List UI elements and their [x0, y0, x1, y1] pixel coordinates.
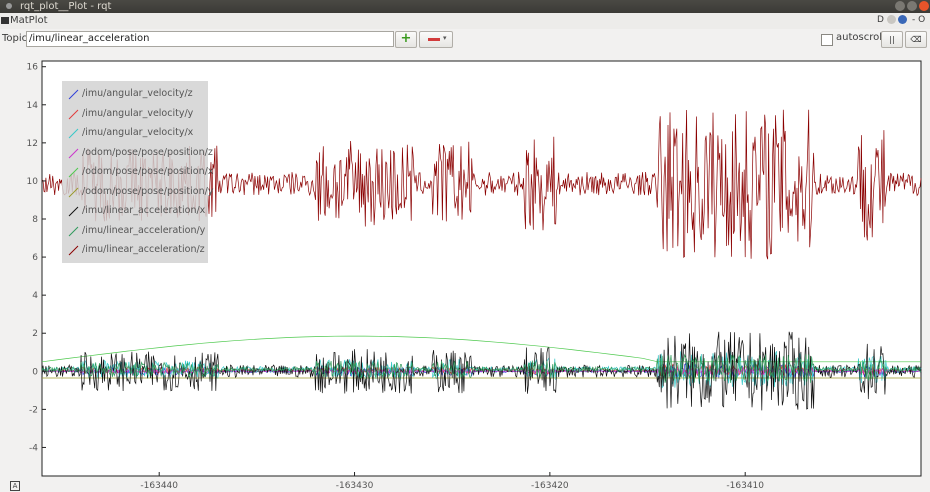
window-titlebar: rqt_plot__Plot - rqt — [0, 0, 930, 13]
y-tick-label: 8 — [32, 215, 38, 225]
window-title: rqt_plot__Plot - rqt — [20, 1, 112, 12]
plugin-header: MatPlot D - O — [0, 13, 930, 29]
chevron-down-icon: ▾ — [443, 34, 447, 42]
legend-item: /imu/angular_velocity/y — [66, 105, 208, 124]
legend-item: /odom/pose/pose/position/y — [66, 183, 213, 202]
dock-button[interactable]: D — [877, 15, 884, 25]
legend-item: /imu/linear_acceleration/y — [66, 222, 208, 241]
legend-item: /odom/pose/pose/position/x — [66, 163, 213, 182]
y-tick-label: 4 — [32, 291, 38, 301]
x-tick-label: -163410 — [726, 481, 764, 491]
help-icon[interactable] — [898, 15, 907, 24]
y-tick-label: 0 — [32, 367, 38, 377]
y-tick-label: 10 — [27, 177, 39, 187]
legend-label: /odom/pose/pose/position/y — [82, 185, 214, 197]
y-tick-label: 14 — [27, 101, 39, 111]
close-plugin-button[interactable]: - O — [912, 15, 925, 25]
y-tick-label: -2 — [29, 405, 38, 415]
y-tick-label: -4 — [29, 443, 38, 453]
status-corner-icon: A — [10, 481, 20, 491]
legend-swatch — [68, 206, 79, 217]
y-tick-label: 12 — [27, 139, 38, 149]
legend-swatch — [68, 167, 79, 178]
legend-item: /imu/angular_velocity/x — [66, 124, 208, 143]
legend-label: /imu/linear_acceleration/x — [82, 205, 206, 216]
legend-swatch — [68, 109, 79, 119]
legend-swatch — [68, 148, 79, 158]
x-tick-label: -163430 — [336, 481, 374, 491]
plot-toolbar: Topic /imu/linear_acceleration + ▾ autos… — [0, 29, 930, 51]
x-tick-label: -163440 — [140, 481, 178, 491]
legend-label: /odom/pose/pose/position/z — [82, 146, 213, 158]
minimize-icon[interactable] — [895, 1, 905, 11]
legend-item: /imu/angular_velocity/z — [66, 85, 208, 104]
legend-label: /imu/angular_velocity/y — [82, 107, 194, 119]
close-icon[interactable] — [919, 1, 929, 11]
maximize-icon[interactable] — [907, 1, 917, 11]
x-tick-label: -163420 — [531, 481, 569, 491]
minus-icon — [428, 38, 440, 41]
legend-label: /imu/angular_velocity/z — [82, 88, 193, 99]
add-topic-button[interactable]: + — [395, 31, 417, 48]
legend-item: /odom/pose/pose/position/z — [66, 144, 213, 163]
legend-swatch — [68, 245, 79, 256]
y-tick-label: 16 — [27, 63, 39, 73]
autoscroll-checkbox[interactable] — [821, 34, 833, 46]
topic-label: Topic — [2, 33, 28, 44]
plugin-title: MatPlot — [10, 15, 48, 26]
legend-label: /imu/angular_velocity/x — [82, 127, 194, 138]
y-tick-label: 6 — [32, 253, 38, 263]
matplot-icon — [1, 17, 9, 24]
settings-icon[interactable] — [887, 15, 896, 24]
clear-button[interactable]: ⌫ — [905, 31, 927, 48]
legend-label: /imu/linear_acceleration/y — [82, 224, 206, 236]
y-tick-label: 2 — [32, 329, 38, 339]
autoscroll-label: autoscroll — [836, 32, 885, 43]
legend-swatch — [68, 226, 79, 236]
remove-topic-button[interactable]: ▾ — [419, 31, 453, 48]
legend-item: /imu/linear_acceleration/x — [66, 202, 208, 221]
plot-legend: /imu/angular_velocity/z/imu/angular_velo… — [62, 81, 213, 263]
pause-button[interactable]: || — [881, 31, 903, 48]
app-icon — [6, 3, 12, 9]
legend-swatch — [68, 89, 79, 100]
legend-swatch — [68, 187, 79, 197]
legend-swatch — [68, 128, 79, 139]
topic-input[interactable]: /imu/linear_acceleration — [26, 31, 394, 47]
legend-item: /imu/linear_acceleration/z — [66, 241, 208, 260]
legend-label: /imu/linear_acceleration/z — [82, 244, 205, 255]
legend-label: /odom/pose/pose/position/x — [82, 166, 214, 177]
